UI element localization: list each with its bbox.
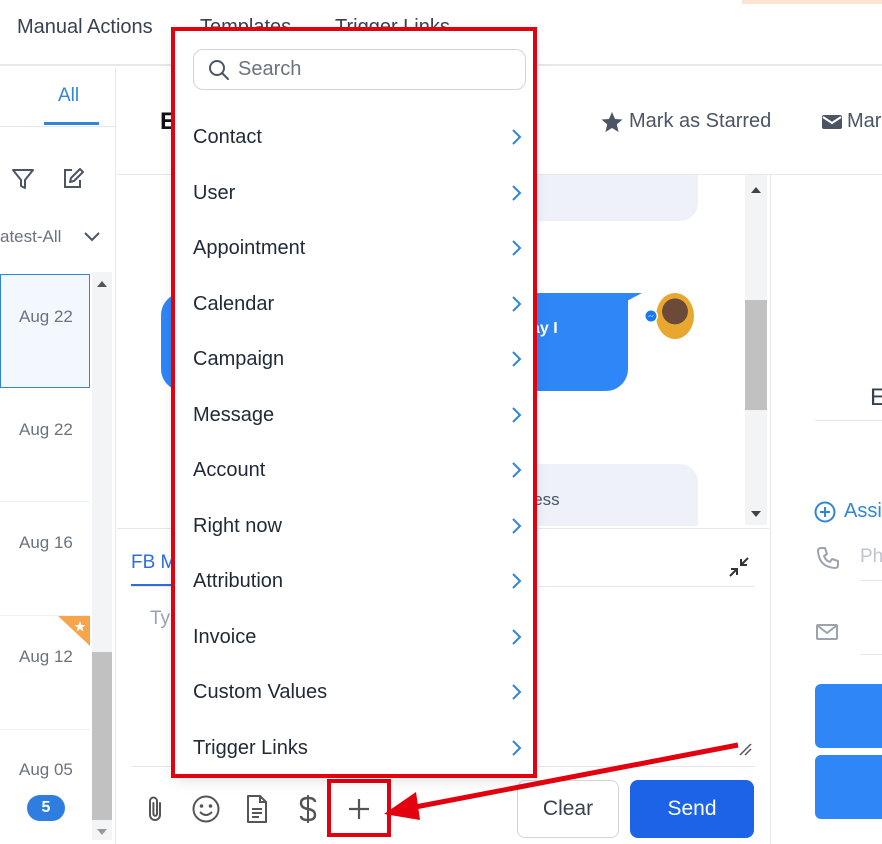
conversation-item[interactable]: Aug 05	[0, 730, 90, 844]
star-icon	[601, 111, 623, 132]
conversation-date: Aug 22	[19, 420, 73, 439]
conversation-date: Aug 16	[19, 533, 73, 552]
resize-handle-icon[interactable]	[738, 742, 752, 761]
incoming-message-bubble: iness	[520, 464, 698, 526]
top-accent-strip	[742, 0, 882, 4]
conversation-date: Aug 05	[19, 760, 73, 779]
collapse-icon[interactable]	[727, 555, 751, 584]
conversation-date: Aug 22	[19, 307, 73, 326]
scroll-up-arrow-icon[interactable]	[96, 276, 108, 294]
panel-action-button[interactable]	[815, 684, 882, 748]
messenger-icon	[644, 309, 658, 323]
message-thread-scrollbar-thumb[interactable]	[745, 300, 767, 410]
scroll-down-arrow-icon[interactable]	[96, 824, 108, 842]
contact-name: E	[870, 384, 882, 411]
plus-circle-icon	[814, 501, 836, 522]
conversation-item[interactable]: Aug 22	[0, 274, 90, 388]
menu-highlight-frame	[171, 27, 537, 778]
sort-filter-label[interactable]: atest-All	[0, 227, 61, 247]
payment-dollar-icon[interactable]	[293, 792, 323, 826]
conversation-item[interactable]: Aug 16	[0, 502, 90, 616]
phone-icon	[815, 545, 841, 576]
assign-label: Assi	[844, 500, 882, 522]
unread-count-badge: 5	[27, 795, 65, 821]
manual-actions-tab[interactable]: Manual Actions	[17, 16, 153, 39]
phone-field[interactable]: Ph	[860, 546, 882, 568]
mark-as-starred-button[interactable]: Mark as Starred	[600, 110, 771, 133]
starred-corner-icon	[58, 616, 90, 651]
tab-all[interactable]: All	[58, 85, 79, 107]
phone-field-underline	[860, 580, 882, 581]
conversation-list-scrollbar-thumb[interactable]	[92, 652, 112, 820]
scroll-up-arrow-icon[interactable]	[750, 182, 762, 200]
mark-as-unread-button[interactable]: Mar	[821, 110, 881, 133]
assign-button[interactable]: Assi	[814, 500, 882, 523]
envelope-icon	[822, 114, 842, 129]
tabs-divider	[0, 126, 116, 127]
scroll-down-arrow-icon[interactable]	[750, 506, 762, 524]
chevron-down-icon[interactable]	[82, 228, 102, 251]
avatar	[656, 293, 694, 339]
tab-fb-messenger[interactable]: FB M	[131, 552, 176, 574]
incoming-message-bubble	[520, 175, 698, 221]
attachment-icon[interactable]	[140, 792, 170, 826]
mark-as-starred-label: Mark as Starred	[629, 110, 772, 132]
conversation-item[interactable]: Aug 22	[0, 388, 90, 502]
filter-icon[interactable]	[10, 166, 36, 197]
mark-as-unread-label: Mar	[847, 110, 882, 132]
email-icon	[815, 622, 839, 647]
email-field-underline	[860, 654, 882, 655]
panel-action-button[interactable]	[815, 755, 882, 819]
template-document-icon[interactable]	[242, 792, 272, 826]
emoji-icon[interactable]	[191, 792, 221, 826]
active-tab-indicator	[44, 122, 99, 125]
compose-icon[interactable]	[60, 166, 86, 197]
details-divider	[815, 420, 882, 421]
